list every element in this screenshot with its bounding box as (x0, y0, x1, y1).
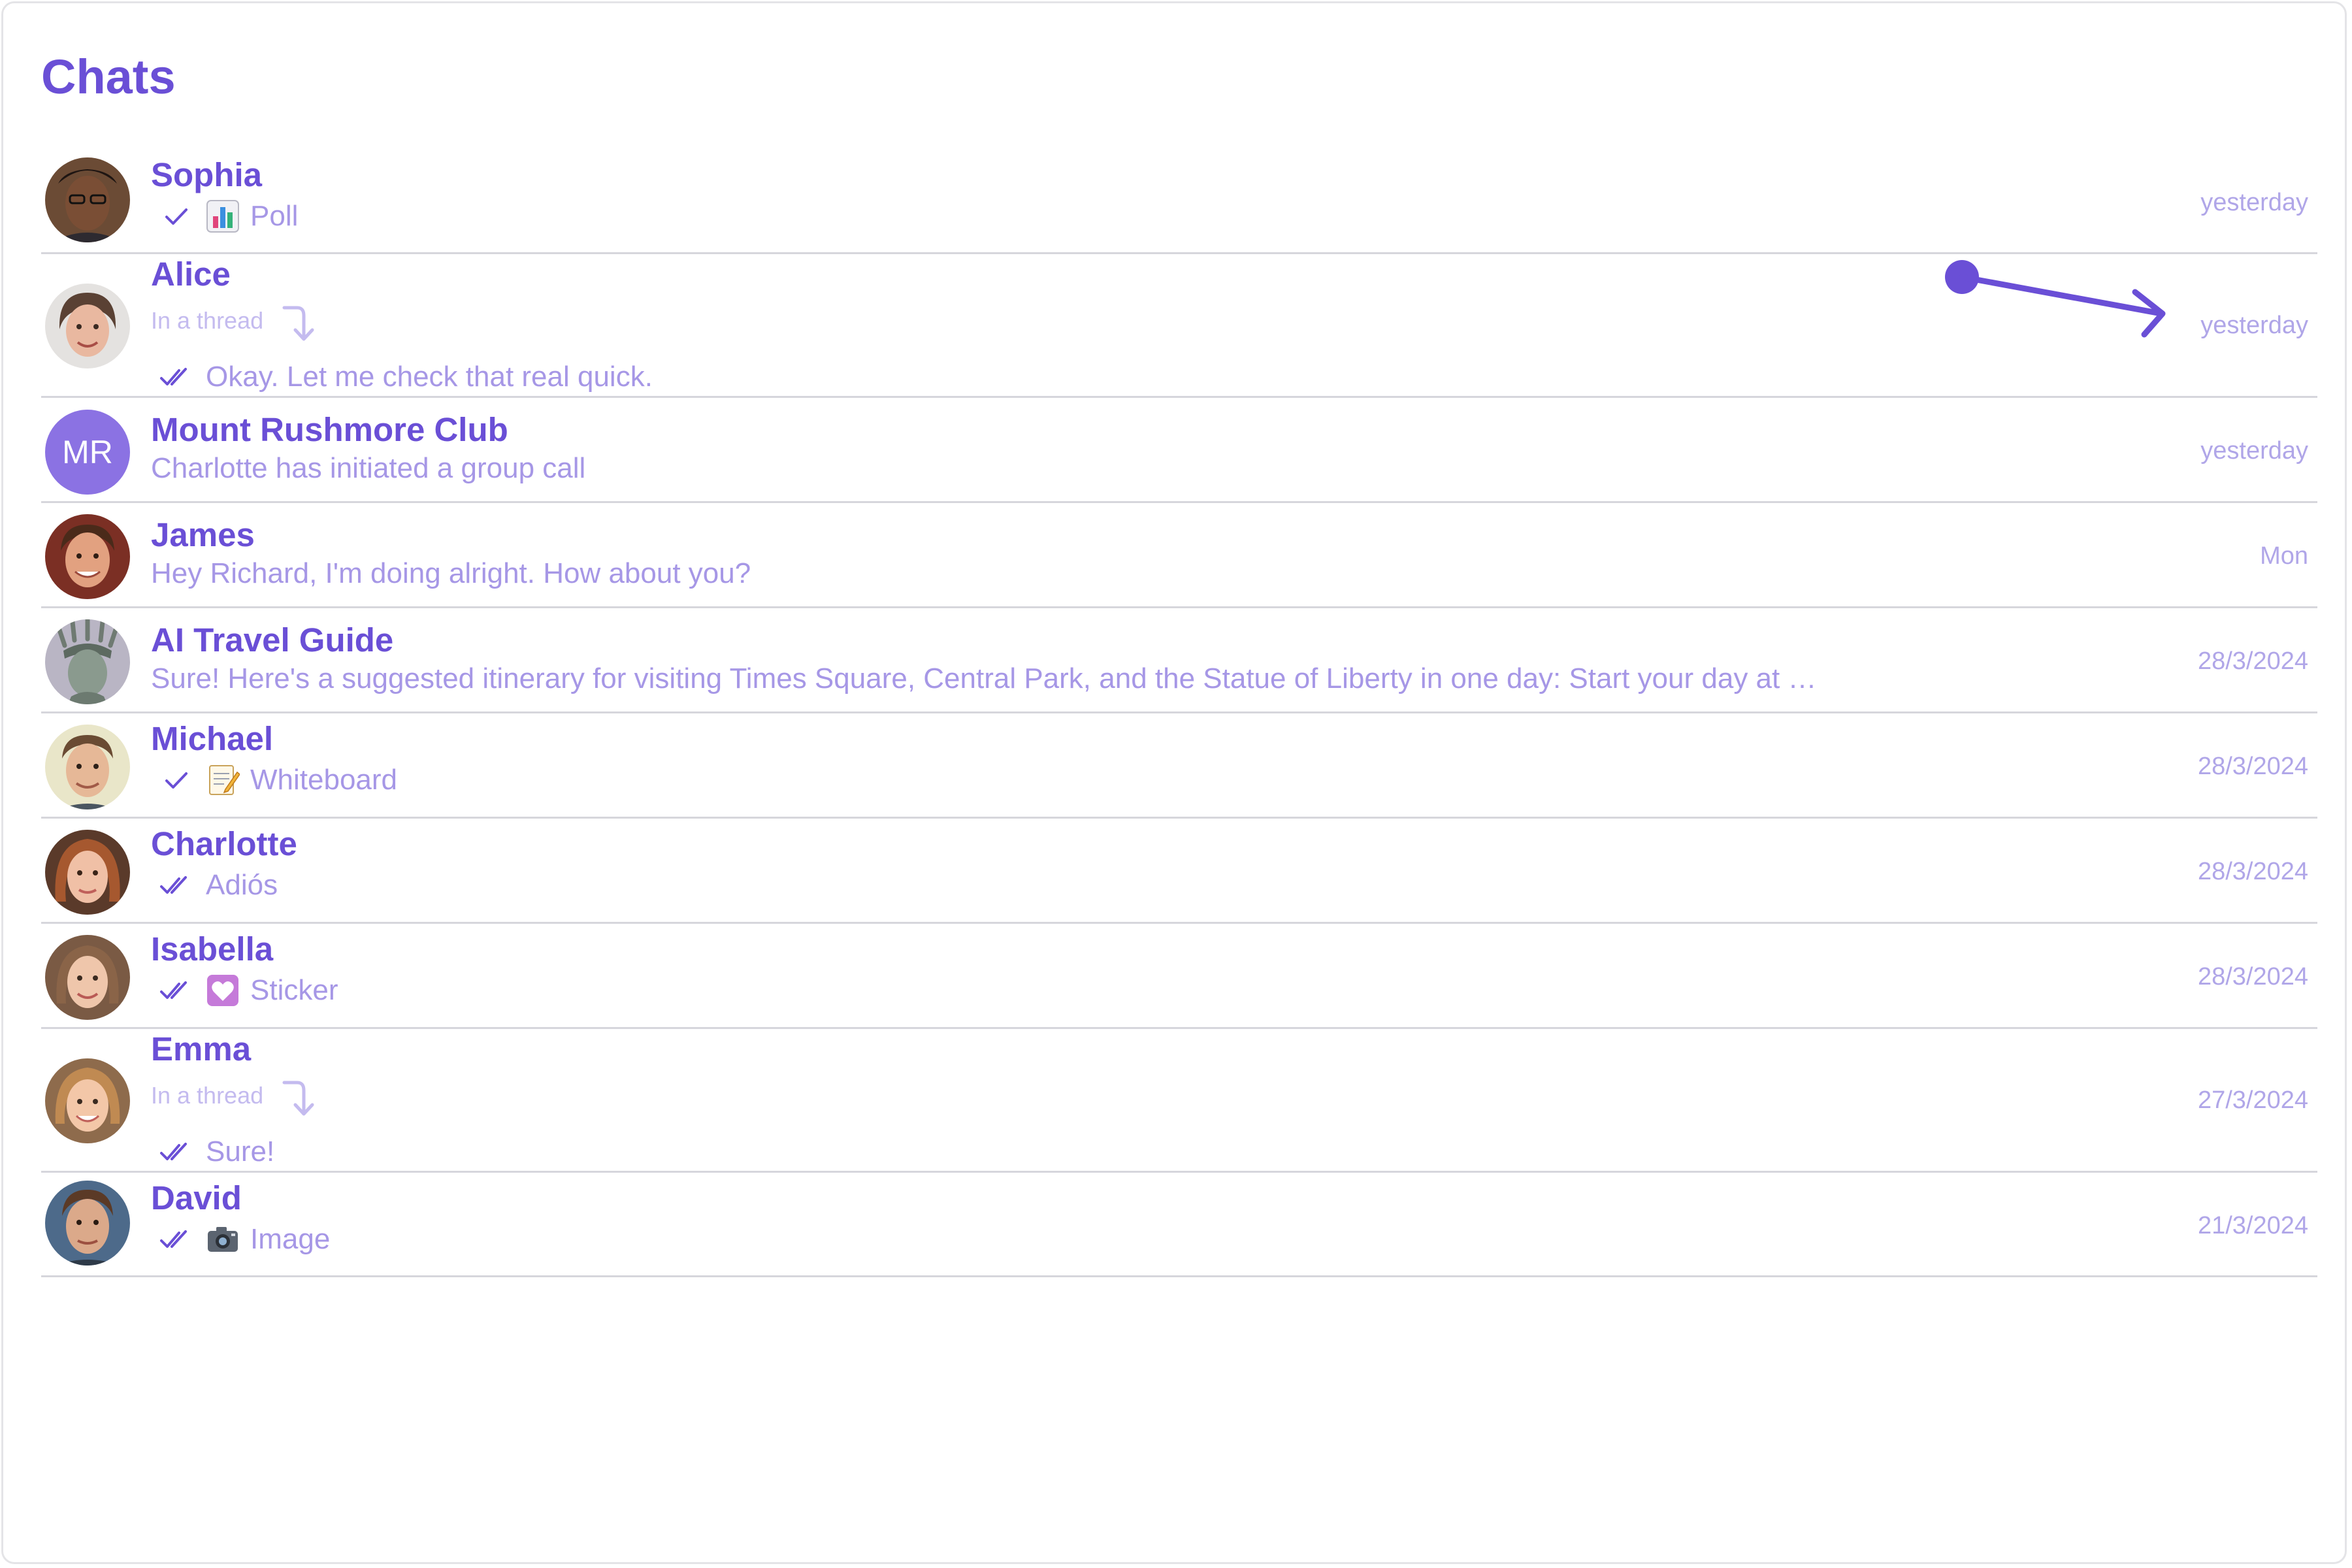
message-preview: Image (250, 1223, 331, 1255)
chat-row-charlotte[interactable]: Charlotte Adiós 28/3/2024 (41, 819, 2317, 924)
thread-label: In a thread (151, 1082, 264, 1109)
thread-indicator: In a thread (151, 1070, 1912, 1122)
avatar (45, 1181, 130, 1266)
thread-indicator: In a thread (151, 295, 1912, 347)
single-check-icon (165, 772, 188, 789)
chat-name: Charlotte (151, 825, 297, 862)
memo-icon (209, 765, 240, 795)
chat-name: Michael (151, 720, 274, 757)
chat-name: Sophia (151, 156, 263, 193)
message-preview: Adiós (206, 869, 278, 901)
timestamp: 27/3/2024 (2197, 1086, 2308, 1114)
page-title: Chats (41, 50, 176, 104)
avatar (45, 514, 130, 599)
avatar (45, 157, 130, 242)
chat-list: Sophia Poll yesterday Alice In a thread (41, 150, 2317, 1277)
chat-name: AI Travel Guide (151, 621, 394, 659)
chat-row-ai-travel-guide[interactable]: AI Travel Guide Sure! Here's a suggested… (41, 608, 2317, 713)
message-preview: Charlotte has initiated a group call (151, 452, 586, 484)
chat-row-emma[interactable]: Emma In a thread Sure! 27/3/2024 (41, 1029, 2317, 1173)
avatar (45, 619, 130, 704)
timestamp: 28/3/2024 (2197, 647, 2308, 675)
camera-icon (208, 1227, 238, 1252)
chat-name: James (151, 516, 255, 553)
message-preview: Sure! Here's a suggested itinerary for v… (151, 662, 1817, 694)
timestamp: 28/3/2024 (2197, 963, 2308, 990)
avatar (45, 830, 130, 915)
double-check-icon (160, 368, 187, 385)
avatar (45, 725, 130, 809)
chat-list-panel: Chats Sophia Poll yesterday Alice In a t… (1, 1, 2347, 1564)
chat-row-michael[interactable]: Michael Whiteboard 28/3/2024 (41, 713, 2317, 819)
thread-arrow-icon (282, 306, 314, 341)
timestamp: 28/3/2024 (2197, 858, 2308, 885)
chat-name: Emma (151, 1030, 252, 1068)
timestamp: yesterday (2200, 312, 2308, 339)
chat-row-david[interactable]: David Image 21/3/2024 (41, 1173, 2317, 1277)
chat-row-alice[interactable]: Alice In a thread Okay. Let me check tha… (41, 254, 2317, 398)
timestamp: 28/3/2024 (2197, 753, 2308, 780)
timestamp: 21/3/2024 (2197, 1212, 2308, 1239)
message-preview: Hey Richard, I'm doing alright. How abou… (151, 557, 751, 589)
double-check-icon (160, 876, 187, 894)
avatar (45, 284, 130, 368)
poll-icon (206, 200, 239, 233)
message-preview: Poll (250, 200, 299, 232)
message-preview: Sure! (206, 1135, 275, 1168)
double-check-icon (160, 1143, 187, 1160)
thread-label: In a thread (151, 307, 264, 334)
chat-name: Isabella (151, 930, 274, 968)
avatar (45, 935, 130, 1020)
avatar-initials: MR (45, 410, 130, 495)
double-check-icon (160, 1230, 187, 1248)
chat-name: Alice (151, 255, 231, 293)
chat-name: Mount Rushmore Club (151, 411, 508, 448)
avatar (45, 1058, 130, 1143)
chat-row-isabella[interactable]: Isabella Sticker 28/3/2024 (41, 924, 2317, 1029)
chat-row-james[interactable]: James Hey Richard, I'm doing alright. Ho… (41, 503, 2317, 608)
double-check-icon (160, 981, 187, 999)
chat-row-sophia[interactable]: Sophia Poll yesterday (41, 150, 2317, 254)
message-preview: Okay. Let me check that real quick. (206, 361, 653, 393)
message-preview: Whiteboard (250, 764, 398, 796)
timestamp: yesterday (2200, 437, 2308, 465)
timestamp: yesterday (2200, 189, 2308, 216)
heart-sticker-icon (207, 975, 238, 1006)
chat-name: David (151, 1179, 242, 1217)
thread-arrow-icon (282, 1081, 314, 1116)
message-preview: Sticker (250, 974, 338, 1006)
timestamp: Mon (2260, 542, 2308, 570)
single-check-icon (165, 208, 188, 225)
chat-row-mount-rushmore-club[interactable]: MR Mount Rushmore Club Charlotte has ini… (41, 398, 2317, 503)
